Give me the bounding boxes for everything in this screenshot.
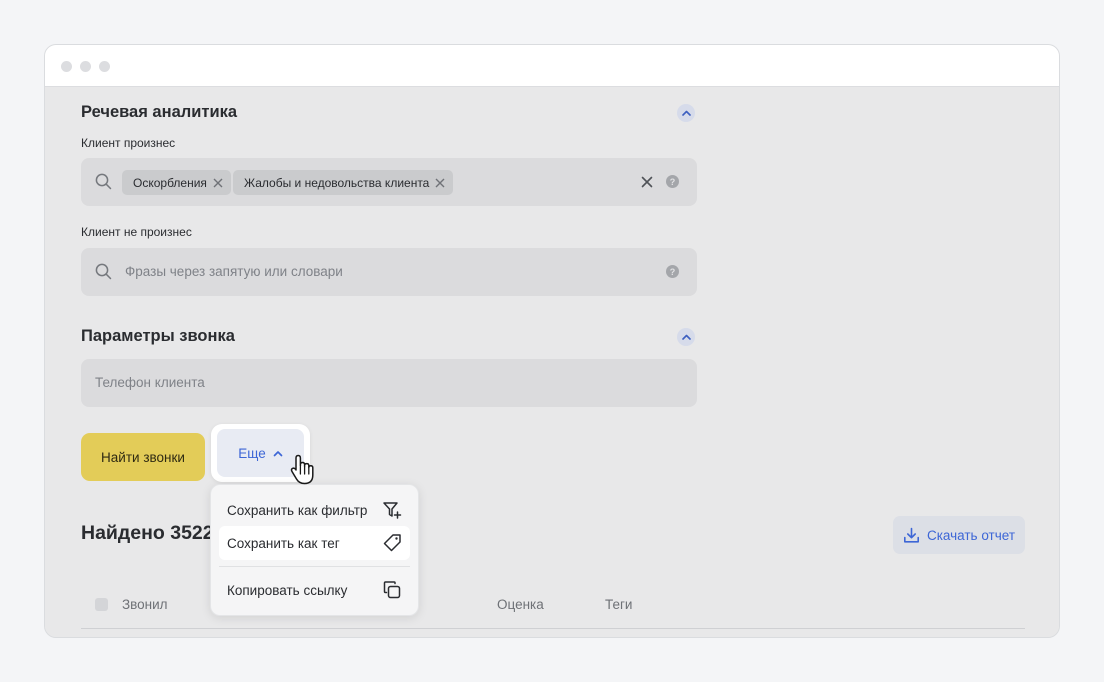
- column-header-tags[interactable]: Теги: [605, 597, 632, 612]
- menu-separator: [219, 566, 410, 567]
- client-not-said-placeholder: Фразы через запятую или словари: [125, 264, 343, 279]
- search-icon: [95, 263, 112, 285]
- chevron-up-icon: [681, 110, 691, 116]
- menu-item-save-as-filter[interactable]: Сохранить как фильтр: [219, 493, 410, 527]
- download-report-label: Скачать отчет: [926, 527, 1016, 543]
- speech-analytics-title: Речевая аналитика: [81, 103, 238, 121]
- client-said-label: Клиент произнес: [81, 136, 176, 150]
- menu-item-label: Сохранить как тег: [227, 535, 340, 551]
- copy-icon: [382, 580, 402, 603]
- column-header-score[interactable]: Оценка: [497, 597, 544, 612]
- tag-icon: [382, 533, 402, 556]
- chip-label: Оскорбления: [133, 175, 207, 190]
- hand-cursor-icon: [289, 454, 317, 491]
- help-icon[interactable]: ?: [666, 175, 679, 188]
- menu-item-label: Сохранить как фильтр: [227, 502, 368, 518]
- menu-item-copy-link[interactable]: Копировать ссылку: [219, 573, 410, 607]
- chip-remove-icon[interactable]: [435, 178, 445, 188]
- help-icon[interactable]: ?: [666, 265, 679, 278]
- window-dot-minimize[interactable]: [80, 61, 91, 72]
- download-report-button[interactable]: Скачать отчет: [893, 516, 1025, 554]
- chip-remove-icon[interactable]: [213, 178, 223, 188]
- window-dot-close[interactable]: [61, 61, 72, 72]
- phone-placeholder: Телефон клиента: [95, 375, 205, 390]
- chip-label: Жалобы и недовольства клиента: [244, 175, 430, 190]
- menu-item-label: Копировать ссылку: [227, 582, 348, 598]
- collapse-call-params-button[interactable]: [677, 328, 695, 346]
- call-params-title: Параметры звонка: [81, 327, 235, 345]
- clear-icon[interactable]: [641, 175, 653, 193]
- more-button-label: Еще: [238, 445, 266, 461]
- more-dropdown-menu: Сохранить как фильтр Сохранить как тег К…: [210, 484, 419, 616]
- collapse-speech-analytics-button[interactable]: [677, 104, 695, 122]
- table-header-divider: [81, 628, 1025, 629]
- title-bar: [45, 45, 1059, 87]
- chip-complaints: Жалобы и недовольства клиента: [233, 170, 454, 195]
- chevron-up-icon: [273, 450, 283, 456]
- find-calls-button[interactable]: Найти звонки: [81, 433, 205, 481]
- window-dot-maximize[interactable]: [99, 61, 110, 72]
- select-all-checkbox[interactable]: [95, 598, 108, 611]
- browser-window: Речевая аналитика Клиент произнес Оскорб…: [44, 44, 1060, 638]
- found-count: Найдено 3522: [81, 522, 214, 544]
- search-icon: [95, 173, 112, 195]
- menu-item-save-as-tag[interactable]: Сохранить как тег: [219, 526, 410, 560]
- column-header-caller[interactable]: Звонил: [122, 597, 168, 612]
- page-content: Речевая аналитика Клиент произнес Оскорб…: [45, 87, 1059, 637]
- client-said-input[interactable]: Оскорбления Жалобы и недовольства клиент…: [81, 158, 697, 206]
- client-not-said-label: Клиент не произнес: [81, 225, 192, 239]
- filter-plus-icon: [382, 500, 402, 523]
- chevron-up-icon: [681, 334, 691, 340]
- phone-input[interactable]: Телефон клиента: [81, 359, 697, 407]
- client-not-said-input[interactable]: Фразы через запятую или словари ?: [81, 248, 697, 296]
- chip-insults: Оскорбления: [122, 170, 231, 195]
- download-icon: [903, 527, 919, 543]
